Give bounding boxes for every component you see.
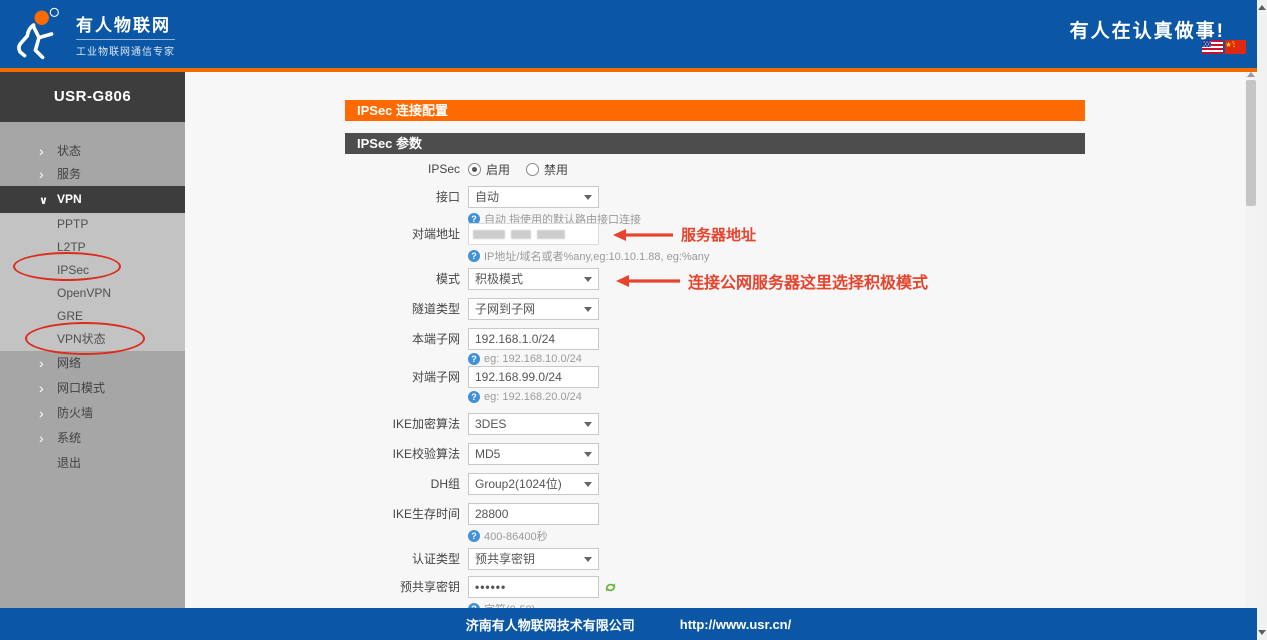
mode-select[interactable]: 积极模式	[468, 268, 599, 290]
scroll-down-icon[interactable]	[1258, 630, 1266, 635]
field-label: 接口	[345, 186, 468, 227]
field-hint: IP地址/域名或者%any,eg:10.10.1.88, eg:%any	[468, 248, 709, 264]
footer-url-link[interactable]: http://www.usr.cn/	[680, 617, 791, 632]
scroll-up-icon[interactable]	[1247, 72, 1255, 77]
section-title: IPSec 参数	[345, 133, 1085, 154]
redacted-value	[473, 230, 505, 239]
field-label: 隧道类型	[345, 298, 468, 320]
page-title: IPSec 连接配置	[345, 100, 1085, 121]
chevron-right-icon	[39, 376, 44, 401]
chevron-right-icon	[39, 163, 44, 186]
field-label: IPSec	[345, 158, 468, 180]
field-label: IKE加密算法	[345, 413, 468, 435]
ipsec-disable-radio[interactable]	[526, 163, 539, 176]
sidebar-item-system[interactable]: 系统	[0, 426, 185, 451]
sidebar-item-vpn-status[interactable]: VPN状态	[0, 328, 185, 351]
chevron-right-icon	[39, 351, 44, 376]
chevron-right-icon	[39, 426, 44, 451]
field-label: IKE生存时间	[345, 503, 468, 544]
sidebar: USR-G806 状态 服务 VPN PPTP L2TP	[0, 72, 185, 608]
field-label: 认证类型	[345, 548, 468, 570]
chevron-right-icon	[39, 401, 44, 426]
auth-type-select[interactable]: 预共享密钥	[468, 548, 599, 570]
content-scrollbar[interactable]	[1245, 72, 1257, 608]
sidebar-item-network[interactable]: 网络	[0, 351, 185, 376]
chevron-right-icon	[39, 140, 44, 163]
sidebar-item-firewall[interactable]: 防火墙	[0, 401, 185, 426]
redacted-value	[537, 230, 565, 239]
usr-logo: 有人物联网 工业物联网通信专家	[12, 7, 175, 61]
page-scrollbar[interactable]	[1257, 0, 1267, 640]
local-subnet-input[interactable]	[468, 328, 599, 350]
ike-lifetime-input[interactable]	[468, 503, 599, 525]
usr-logo-icon	[12, 7, 66, 61]
sidebar-item-l2tp[interactable]: L2TP	[0, 236, 185, 259]
annotation-mode-note: 连接公网服务器这里选择积极模式	[616, 269, 928, 293]
red-arrow-left-icon	[616, 274, 680, 288]
field-hint: eg: 192.168.10.0/24	[468, 353, 599, 365]
ipsec-enable-radio[interactable]	[468, 163, 481, 176]
field-hint: 400-86400秒	[468, 528, 599, 544]
sidebar-item-services[interactable]: 服务	[0, 163, 185, 186]
help-icon	[468, 391, 480, 403]
ike-auth-select[interactable]: MD5	[468, 443, 599, 465]
red-arrow-left-icon	[613, 228, 673, 242]
ike-encryption-select[interactable]: 3DES	[468, 413, 599, 435]
scroll-up-icon[interactable]	[1258, 5, 1266, 10]
logo-subtitle: 工业物联网通信专家	[76, 39, 175, 58]
dh-group-select[interactable]: Group2(1024位)	[468, 473, 599, 495]
field-label: 模式	[345, 268, 468, 290]
footer-company: 济南有人物联网技术有限公司	[466, 615, 635, 634]
psk-input[interactable]	[468, 576, 599, 598]
interface-select[interactable]: 自动	[468, 186, 599, 208]
sidebar-item-gre[interactable]: GRE	[0, 305, 185, 328]
sidebar-item-logout[interactable]: 退出	[0, 451, 185, 476]
sidebar-item-status[interactable]: 状态	[0, 140, 185, 163]
content-scrollbar-thumb[interactable]	[1246, 80, 1256, 206]
field-label: 对端地址	[345, 223, 468, 264]
field-hint: eg: 192.168.20.0/24	[468, 391, 599, 403]
device-name: USR-G806	[0, 72, 185, 122]
help-icon	[468, 530, 480, 542]
sidebar-item-ipsec[interactable]: IPSec	[0, 259, 185, 282]
redacted-value	[511, 230, 531, 239]
header-slogan: 有人在认真做事!	[1070, 16, 1225, 43]
sidebar-item-vpn[interactable]: VPN	[0, 186, 185, 213]
sidebar-item-port-mode[interactable]: 网口模式	[0, 376, 185, 401]
remote-subnet-input[interactable]	[468, 366, 599, 388]
us-flag-icon[interactable]	[1202, 40, 1223, 54]
tunnel-type-select[interactable]: 子网到子网	[468, 298, 599, 320]
field-label: DH组	[345, 473, 468, 495]
top-header: 有人物联网 工业物联网通信专家 有人在认真做事!	[0, 0, 1257, 68]
cn-flag-icon[interactable]	[1225, 40, 1246, 54]
help-icon	[468, 250, 480, 262]
field-label: 本端子网	[345, 328, 468, 365]
logo-title: 有人物联网	[76, 11, 175, 36]
field-label: 对端子网	[345, 366, 468, 403]
field-label: IKE校验算法	[345, 443, 468, 465]
help-icon	[468, 353, 480, 365]
sidebar-item-openvpn[interactable]: OpenVPN	[0, 282, 185, 305]
footer: 济南有人物联网技术有限公司 http://www.usr.cn/	[0, 608, 1257, 640]
sidebar-item-pptp[interactable]: PPTP	[0, 213, 185, 236]
ipsec-config-page: 有人物联网 工业物联网通信专家 有人在认真做事!	[0, 0, 1267, 640]
refresh-key-icon[interactable]	[604, 581, 617, 594]
peer-address-input[interactable]	[468, 223, 599, 245]
annotation-server-address: 服务器地址	[613, 224, 756, 245]
chevron-down-icon	[39, 186, 48, 215]
